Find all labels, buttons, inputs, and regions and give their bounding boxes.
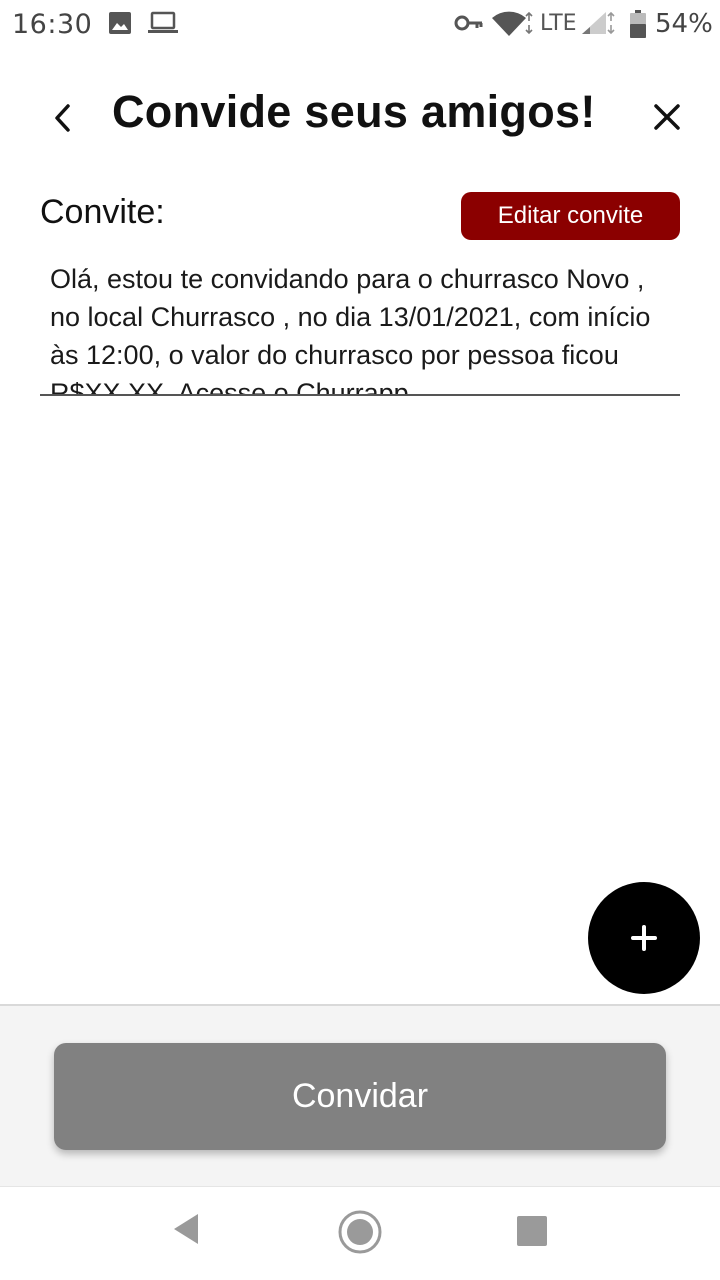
- invite-message: Olá, estou te convidando para o churrasc…: [50, 264, 651, 396]
- plus-icon: [631, 925, 657, 951]
- close-icon[interactable]: [652, 102, 682, 132]
- invite-text-area[interactable]: Olá, estou te convidando para o churrasc…: [40, 256, 680, 396]
- network-type: LTE: [540, 11, 577, 36]
- wifi-icon: [492, 11, 533, 36]
- invite-label: Convite:: [40, 193, 165, 231]
- image-icon: [109, 12, 131, 34]
- edit-invite-button[interactable]: Editar convite: [461, 192, 680, 240]
- invite-button[interactable]: Convidar: [54, 1043, 666, 1150]
- add-button[interactable]: [588, 882, 700, 994]
- navigation-bar: [0, 1186, 720, 1280]
- header: Convide seus amigos!: [0, 60, 720, 170]
- signal-icon: [582, 11, 615, 35]
- status-bar: 16:30 LTE 54%: [0, 0, 720, 50]
- battery-icon: [630, 10, 646, 38]
- footer: Convidar: [0, 1004, 720, 1186]
- nav-back-icon[interactable]: [170, 1211, 202, 1247]
- page-title: Convide seus amigos!: [112, 86, 596, 137]
- nav-recents-icon[interactable]: [516, 1215, 548, 1247]
- battery-percentage: 54%: [655, 9, 713, 39]
- chevron-left-icon[interactable]: [48, 100, 78, 136]
- status-time: 16:30: [12, 9, 93, 40]
- vpn-key-icon: [454, 15, 483, 31]
- nav-home-icon[interactable]: [337, 1209, 383, 1255]
- laptop-icon: [148, 11, 178, 33]
